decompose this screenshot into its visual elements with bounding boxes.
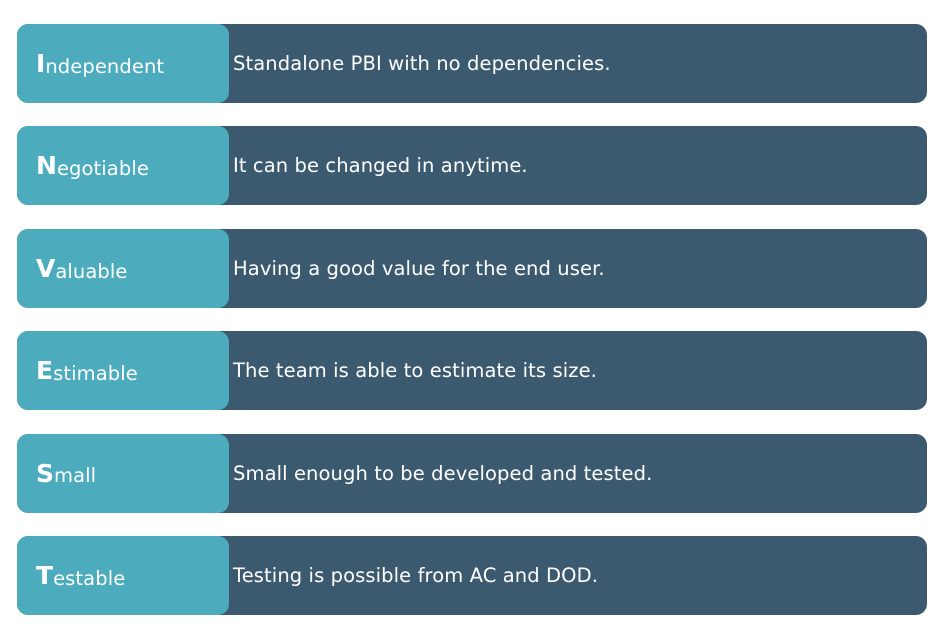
term-rest: stimable bbox=[53, 361, 138, 385]
criterion-description: Testing is possible from AC and DOD. bbox=[233, 563, 599, 587]
criterion-row-negotiable: Negotiable It can be changed in anytime. bbox=[17, 126, 927, 206]
term-rest: estable bbox=[53, 566, 126, 590]
criterion-row-valuable: Valuable Having a good value for the end… bbox=[17, 228, 927, 308]
invest-criteria-list: Independent Standalone PBI with no depen… bbox=[17, 24, 927, 638]
criterion-description: Small enough to be developed and tested. bbox=[233, 461, 653, 485]
term-initial: S bbox=[36, 458, 55, 488]
criterion-row-small: Small Small enough to be developed and t… bbox=[17, 433, 927, 513]
criterion-row-estimable: Estimable The team is able to estimate i… bbox=[17, 331, 927, 411]
criterion-description: It can be changed in anytime. bbox=[233, 154, 528, 178]
term-rest: ndependent bbox=[45, 54, 165, 78]
criterion-term: Estimable bbox=[17, 331, 229, 411]
criterion-row-independent: Independent Standalone PBI with no depen… bbox=[17, 24, 927, 103]
term-rest: mall bbox=[54, 464, 97, 488]
criterion-term: Valuable bbox=[17, 228, 229, 308]
criterion-description: Standalone PBI with no dependencies. bbox=[233, 52, 611, 75]
term-rest: aluable bbox=[55, 259, 128, 283]
criterion-term: Small bbox=[17, 433, 229, 513]
term-initial: E bbox=[36, 356, 54, 386]
term-initial: T bbox=[36, 560, 54, 590]
criterion-description: Having a good value for the end user. bbox=[233, 256, 605, 280]
criterion-term: Testable bbox=[17, 535, 229, 615]
term-initial: N bbox=[36, 151, 57, 181]
criterion-row-testable: Testable Testing is possible from AC and… bbox=[17, 535, 927, 615]
term-initial: I bbox=[36, 49, 46, 78]
term-rest: egotiable bbox=[56, 157, 149, 181]
criterion-term: Independent bbox=[17, 24, 229, 103]
criterion-description: The team is able to estimate its size. bbox=[233, 359, 597, 383]
term-initial: V bbox=[36, 253, 56, 283]
criterion-term: Negotiable bbox=[17, 126, 229, 206]
